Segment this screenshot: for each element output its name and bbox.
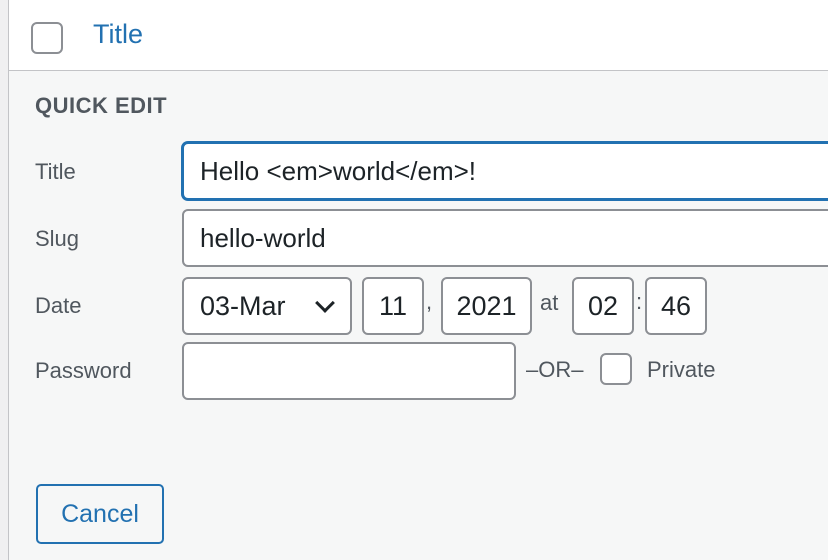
title-column-header[interactable]: Title [93, 19, 143, 50]
quick-edit-panel: QUICK EDIT Title Slug Date 03-Mar 11 , 2… [9, 71, 828, 560]
slug-input[interactable] [182, 209, 828, 267]
select-all-checkbox[interactable] [31, 22, 63, 54]
title-input[interactable] [182, 142, 828, 200]
or-separator: –OR– [526, 357, 584, 382]
cancel-button[interactable]: Cancel [36, 484, 164, 544]
private-checkbox[interactable] [600, 353, 632, 385]
time-colon: : [636, 289, 643, 314]
date-label: Date [35, 293, 82, 318]
year-input[interactable]: 2021 [441, 277, 532, 335]
month-select[interactable]: 03-Mar [182, 277, 352, 335]
month-value: 03-Mar [200, 291, 286, 321]
quick-edit-heading: QUICK EDIT [35, 93, 168, 118]
date-comma: , [426, 289, 433, 314]
left-border [0, 0, 9, 560]
chevron-down-icon [315, 293, 335, 313]
private-label: Private [647, 357, 716, 382]
date-at-label: at [540, 290, 559, 315]
password-input[interactable] [182, 342, 516, 400]
table-header-row: Title [9, 0, 828, 71]
title-label: Title [35, 159, 76, 184]
slug-label: Slug [35, 226, 80, 251]
minute-input[interactable]: 46 [645, 277, 707, 335]
quick-edit-screen: Title QUICK EDIT Title Slug Date 03-Mar … [0, 0, 828, 560]
password-label: Password [35, 358, 132, 383]
day-input[interactable]: 11 [362, 277, 424, 335]
hour-input[interactable]: 02 [572, 277, 634, 335]
